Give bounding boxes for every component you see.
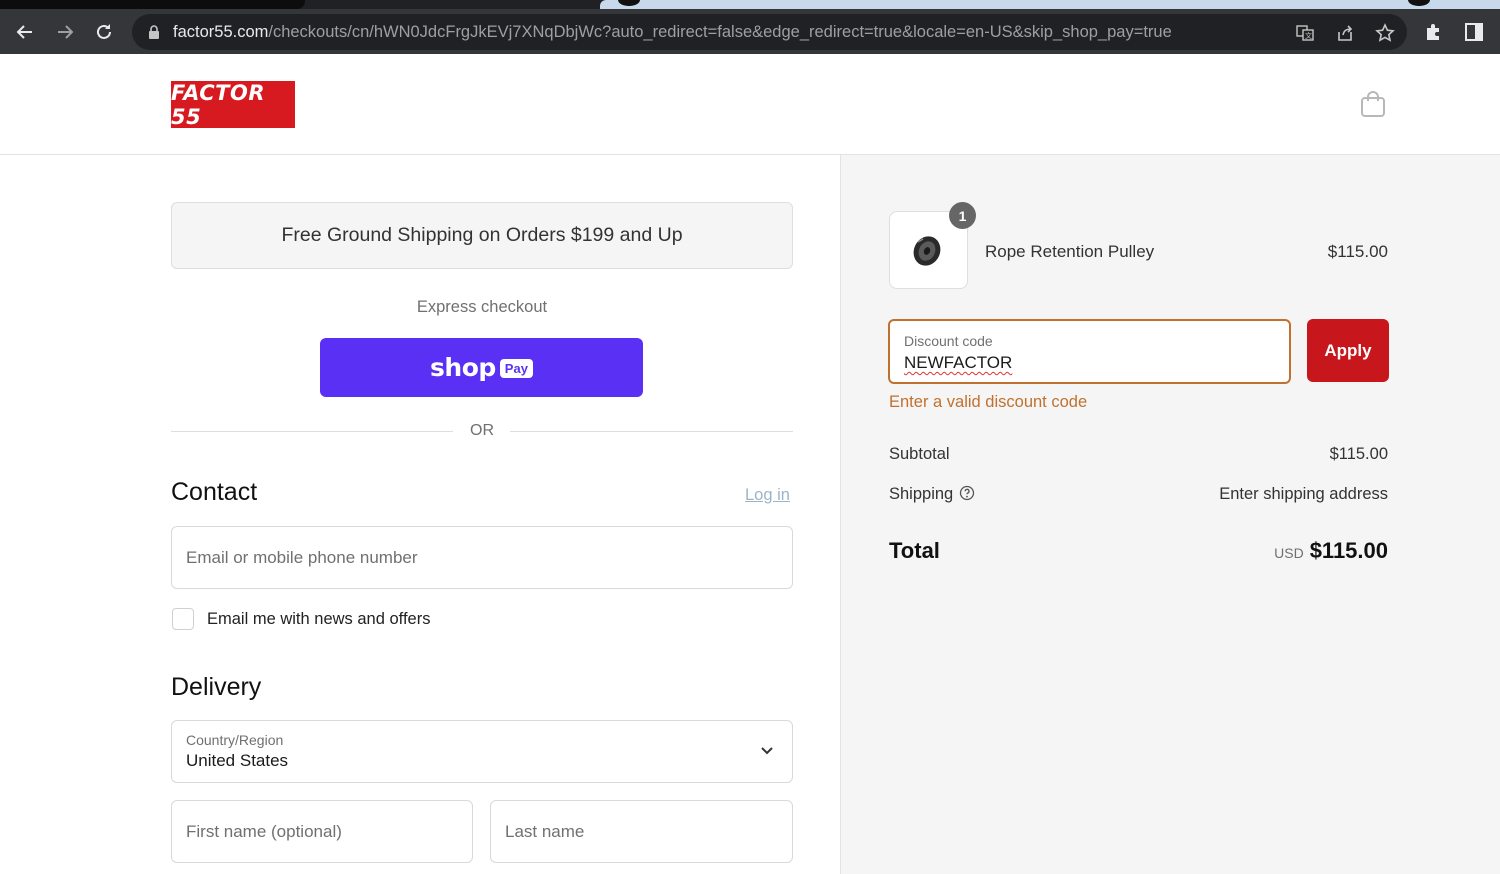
url-text: factor55.com/checkouts/cn/hWN0JdcFrgJkEV… <box>173 23 1172 41</box>
forward-icon[interactable] <box>51 18 79 46</box>
store-header: FACTOR 55 <box>0 54 1500 155</box>
country-value: United States <box>186 751 289 770</box>
total-value-group: USD $115.00 <box>1274 538 1388 564</box>
subtotal-value: $115.00 <box>1329 445 1388 463</box>
discount-code-field[interactable]: Discount code NEWFACTOR <box>888 319 1291 384</box>
last-name-placeholder: Last name <box>505 822 585 841</box>
shipping-promo-banner: Free Ground Shipping on Orders $199 and … <box>171 202 793 269</box>
bookmark-star-icon[interactable] <box>1375 23 1395 43</box>
delivery-heading: Delivery <box>171 673 262 701</box>
discount-label: Discount code <box>904 333 993 349</box>
contact-heading: Contact <box>171 478 258 506</box>
log-in-link[interactable]: Log in <box>745 486 790 505</box>
discount-error-message: Enter a valid discount code <box>889 393 1088 411</box>
newsletter-checkbox[interactable] <box>172 608 194 630</box>
first-name-field[interactable]: First name (optional) <box>171 800 473 863</box>
subtotal-label: Subtotal <box>889 445 950 463</box>
total-label: Total <box>889 538 940 563</box>
email-field[interactable]: Email or mobile phone number <box>171 526 793 589</box>
factor55-logo[interactable]: FACTOR 55 <box>171 81 295 129</box>
address-bar[interactable]: factor55.com/checkouts/cn/hWN0JdcFrgJkEV… <box>132 14 1407 50</box>
discount-value: NEWFACTOR <box>904 353 1013 372</box>
or-divider: OR <box>171 422 793 442</box>
browser-toolbar: factor55.com/checkouts/cn/hWN0JdcFrgJkEV… <box>0 9 1500 54</box>
product-price: $115.00 <box>1327 242 1388 261</box>
newsletter-option[interactable]: Email me with news and offers <box>172 607 430 631</box>
shop-pay-wordmark: shop <box>430 353 496 382</box>
last-name-field[interactable]: Last name <box>490 800 793 863</box>
share-icon[interactable] <box>1335 23 1355 43</box>
lock-icon[interactable] <box>148 25 160 39</box>
shop-pay-button[interactable]: shop Pay <box>320 338 643 397</box>
browser-tab-active[interactable] <box>600 0 1500 9</box>
extensions-puzzle-icon[interactable] <box>1423 21 1445 43</box>
chevron-down-icon <box>761 747 773 755</box>
newsletter-label: Email me with news and offers <box>207 609 431 628</box>
product-name: Rope Retention Pulley <box>985 242 1155 261</box>
side-panel-icon[interactable] <box>1463 21 1485 43</box>
shopping-bag-icon[interactable] <box>1360 90 1386 118</box>
country-select[interactable]: Country/Region United States <box>171 720 793 783</box>
total-currency: USD <box>1274 545 1304 561</box>
shipping-value: Enter shipping address <box>1219 485 1388 503</box>
first-name-placeholder: First name (optional) <box>186 822 342 841</box>
shipping-row-label: Shipping <box>889 485 975 504</box>
help-circle-icon[interactable] <box>959 485 975 501</box>
checkout-form: Free Ground Shipping on Orders $199 and … <box>0 155 840 874</box>
total-amount: $115.00 <box>1309 538 1388 563</box>
browser-tabstrip <box>0 0 1500 9</box>
order-summary: 1 Rope Retention Pulley $115.00 Discount… <box>840 155 1500 874</box>
quantity-badge: 1 <box>949 202 976 229</box>
express-checkout-label: Express checkout <box>416 298 548 316</box>
apply-button[interactable]: Apply <box>1307 319 1389 382</box>
back-icon[interactable] <box>11 18 39 46</box>
reload-icon[interactable] <box>90 18 118 46</box>
email-placeholder: Email or mobile phone number <box>186 548 418 567</box>
pulley-icon <box>913 236 941 266</box>
shop-pay-badge: Pay <box>499 359 533 378</box>
shipping-label: Shipping <box>889 485 954 503</box>
browser-tab[interactable] <box>0 0 305 9</box>
country-label: Country/Region <box>186 732 284 748</box>
svg-text:文: 文 <box>1305 31 1312 40</box>
translate-icon[interactable]: 文 <box>1295 23 1315 43</box>
divider-line <box>510 431 793 432</box>
